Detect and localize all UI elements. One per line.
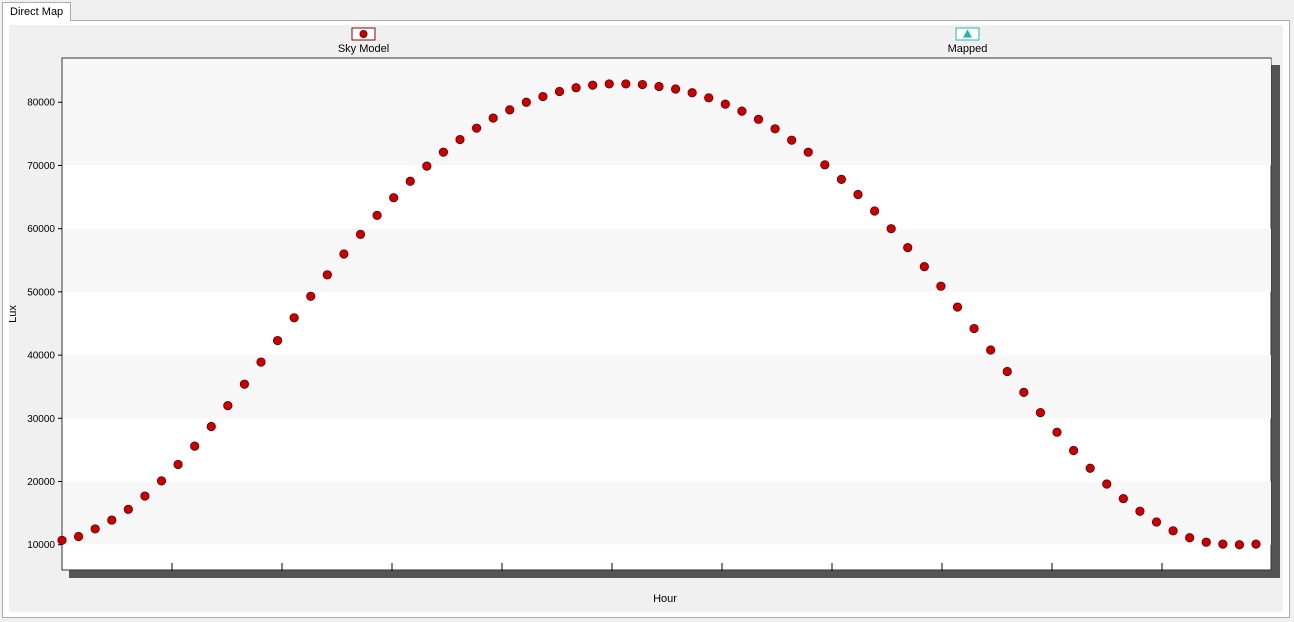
data-point xyxy=(1019,387,1029,397)
grid-band xyxy=(63,59,1271,103)
grid-band xyxy=(63,228,1271,292)
data-point xyxy=(604,79,614,89)
data-point xyxy=(123,504,133,514)
data-point xyxy=(173,459,183,470)
data-point xyxy=(853,189,863,200)
legend: Sky Model Mapped xyxy=(338,27,988,55)
legend-item-mapped[interactable]: Mapped xyxy=(948,27,988,55)
y-tick-label: 20000 xyxy=(27,477,55,488)
data-point xyxy=(190,441,200,451)
data-point xyxy=(952,302,963,312)
x-axis-title: Hour xyxy=(653,593,677,605)
data-point xyxy=(704,93,714,103)
data-point xyxy=(554,86,565,97)
legend-label-mapped: Mapped xyxy=(948,43,988,55)
data-point xyxy=(588,80,598,90)
data-point xyxy=(1251,539,1261,549)
data-point xyxy=(355,229,366,239)
data-point xyxy=(986,345,996,355)
scatter-chart: Sky Model Mapped 10000 20000 30000 40000 500… xyxy=(9,27,1280,605)
data-point xyxy=(239,379,250,389)
data-point xyxy=(720,99,730,109)
data-point xyxy=(455,134,465,145)
y-tick-label: 50000 xyxy=(27,287,55,298)
chart-area: Sky Model Mapped 10000 20000 30000 40000 500… xyxy=(9,25,1283,612)
data-point xyxy=(670,84,681,94)
data-point xyxy=(223,401,233,411)
data-point xyxy=(1185,533,1195,543)
data-point xyxy=(538,91,548,102)
data-point xyxy=(1085,463,1095,473)
data-point xyxy=(1234,540,1245,550)
data-point xyxy=(272,335,283,346)
data-point xyxy=(1151,517,1162,527)
y-tick-label: 10000 xyxy=(27,540,55,551)
data-point xyxy=(57,535,67,545)
data-point xyxy=(422,161,432,171)
data-point xyxy=(156,476,167,486)
data-point xyxy=(1035,408,1046,418)
data-point xyxy=(1052,427,1062,437)
data-point xyxy=(1002,366,1012,377)
data-point xyxy=(306,291,316,301)
data-point xyxy=(322,270,332,280)
data-point xyxy=(571,83,581,93)
data-point xyxy=(637,79,648,90)
data-point xyxy=(488,113,498,123)
grid-band xyxy=(63,481,1271,545)
data-point xyxy=(886,224,896,234)
data-point xyxy=(73,531,84,542)
y-tick-label: 80000 xyxy=(27,98,55,109)
data-point xyxy=(836,174,847,184)
data-point xyxy=(438,147,449,157)
y-axis: 10000 20000 30000 40000 50000 60000 70000 80000 xyxy=(27,98,62,551)
data-point xyxy=(389,193,399,203)
data-point xyxy=(405,176,415,186)
data-point xyxy=(803,147,813,157)
data-point xyxy=(256,357,266,367)
legend-label-sky-model: Sky Model xyxy=(338,43,389,55)
data-point xyxy=(820,160,830,170)
data-point xyxy=(936,281,946,291)
data-point xyxy=(1168,526,1178,536)
data-point xyxy=(521,97,531,107)
data-point xyxy=(289,313,299,323)
data-point xyxy=(471,123,482,133)
data-point xyxy=(1201,537,1211,547)
data-point xyxy=(1218,539,1228,549)
data-point xyxy=(770,124,780,134)
data-point xyxy=(621,79,631,89)
data-point xyxy=(372,210,382,220)
tab-direct-map[interactable]: Direct Map xyxy=(2,2,72,21)
y-tick-label: 70000 xyxy=(27,161,55,172)
data-point xyxy=(969,323,979,334)
y-axis-title: Lux xyxy=(9,305,19,323)
data-point xyxy=(753,114,764,124)
legend-marker-sky-model xyxy=(359,30,368,38)
data-point xyxy=(687,88,697,98)
data-point xyxy=(339,249,349,259)
data-point xyxy=(903,243,913,253)
data-point xyxy=(1102,479,1112,489)
data-point xyxy=(107,515,117,525)
data-point xyxy=(140,491,150,501)
data-point xyxy=(505,105,515,115)
data-point xyxy=(787,135,797,145)
data-point xyxy=(919,261,929,272)
data-point xyxy=(654,81,664,92)
data-point xyxy=(1135,506,1145,516)
y-tick-label: 30000 xyxy=(27,414,55,425)
y-tick-label: 60000 xyxy=(27,224,55,235)
y-tick-label: 40000 xyxy=(27,351,55,362)
grid-band xyxy=(63,102,1271,166)
data-point xyxy=(206,421,216,432)
data-point xyxy=(737,106,747,116)
data-point xyxy=(869,206,880,216)
data-point xyxy=(1118,493,1128,504)
data-point xyxy=(1068,445,1079,456)
data-point xyxy=(90,524,100,534)
legend-item-sky-model[interactable]: Sky Model xyxy=(338,27,389,55)
